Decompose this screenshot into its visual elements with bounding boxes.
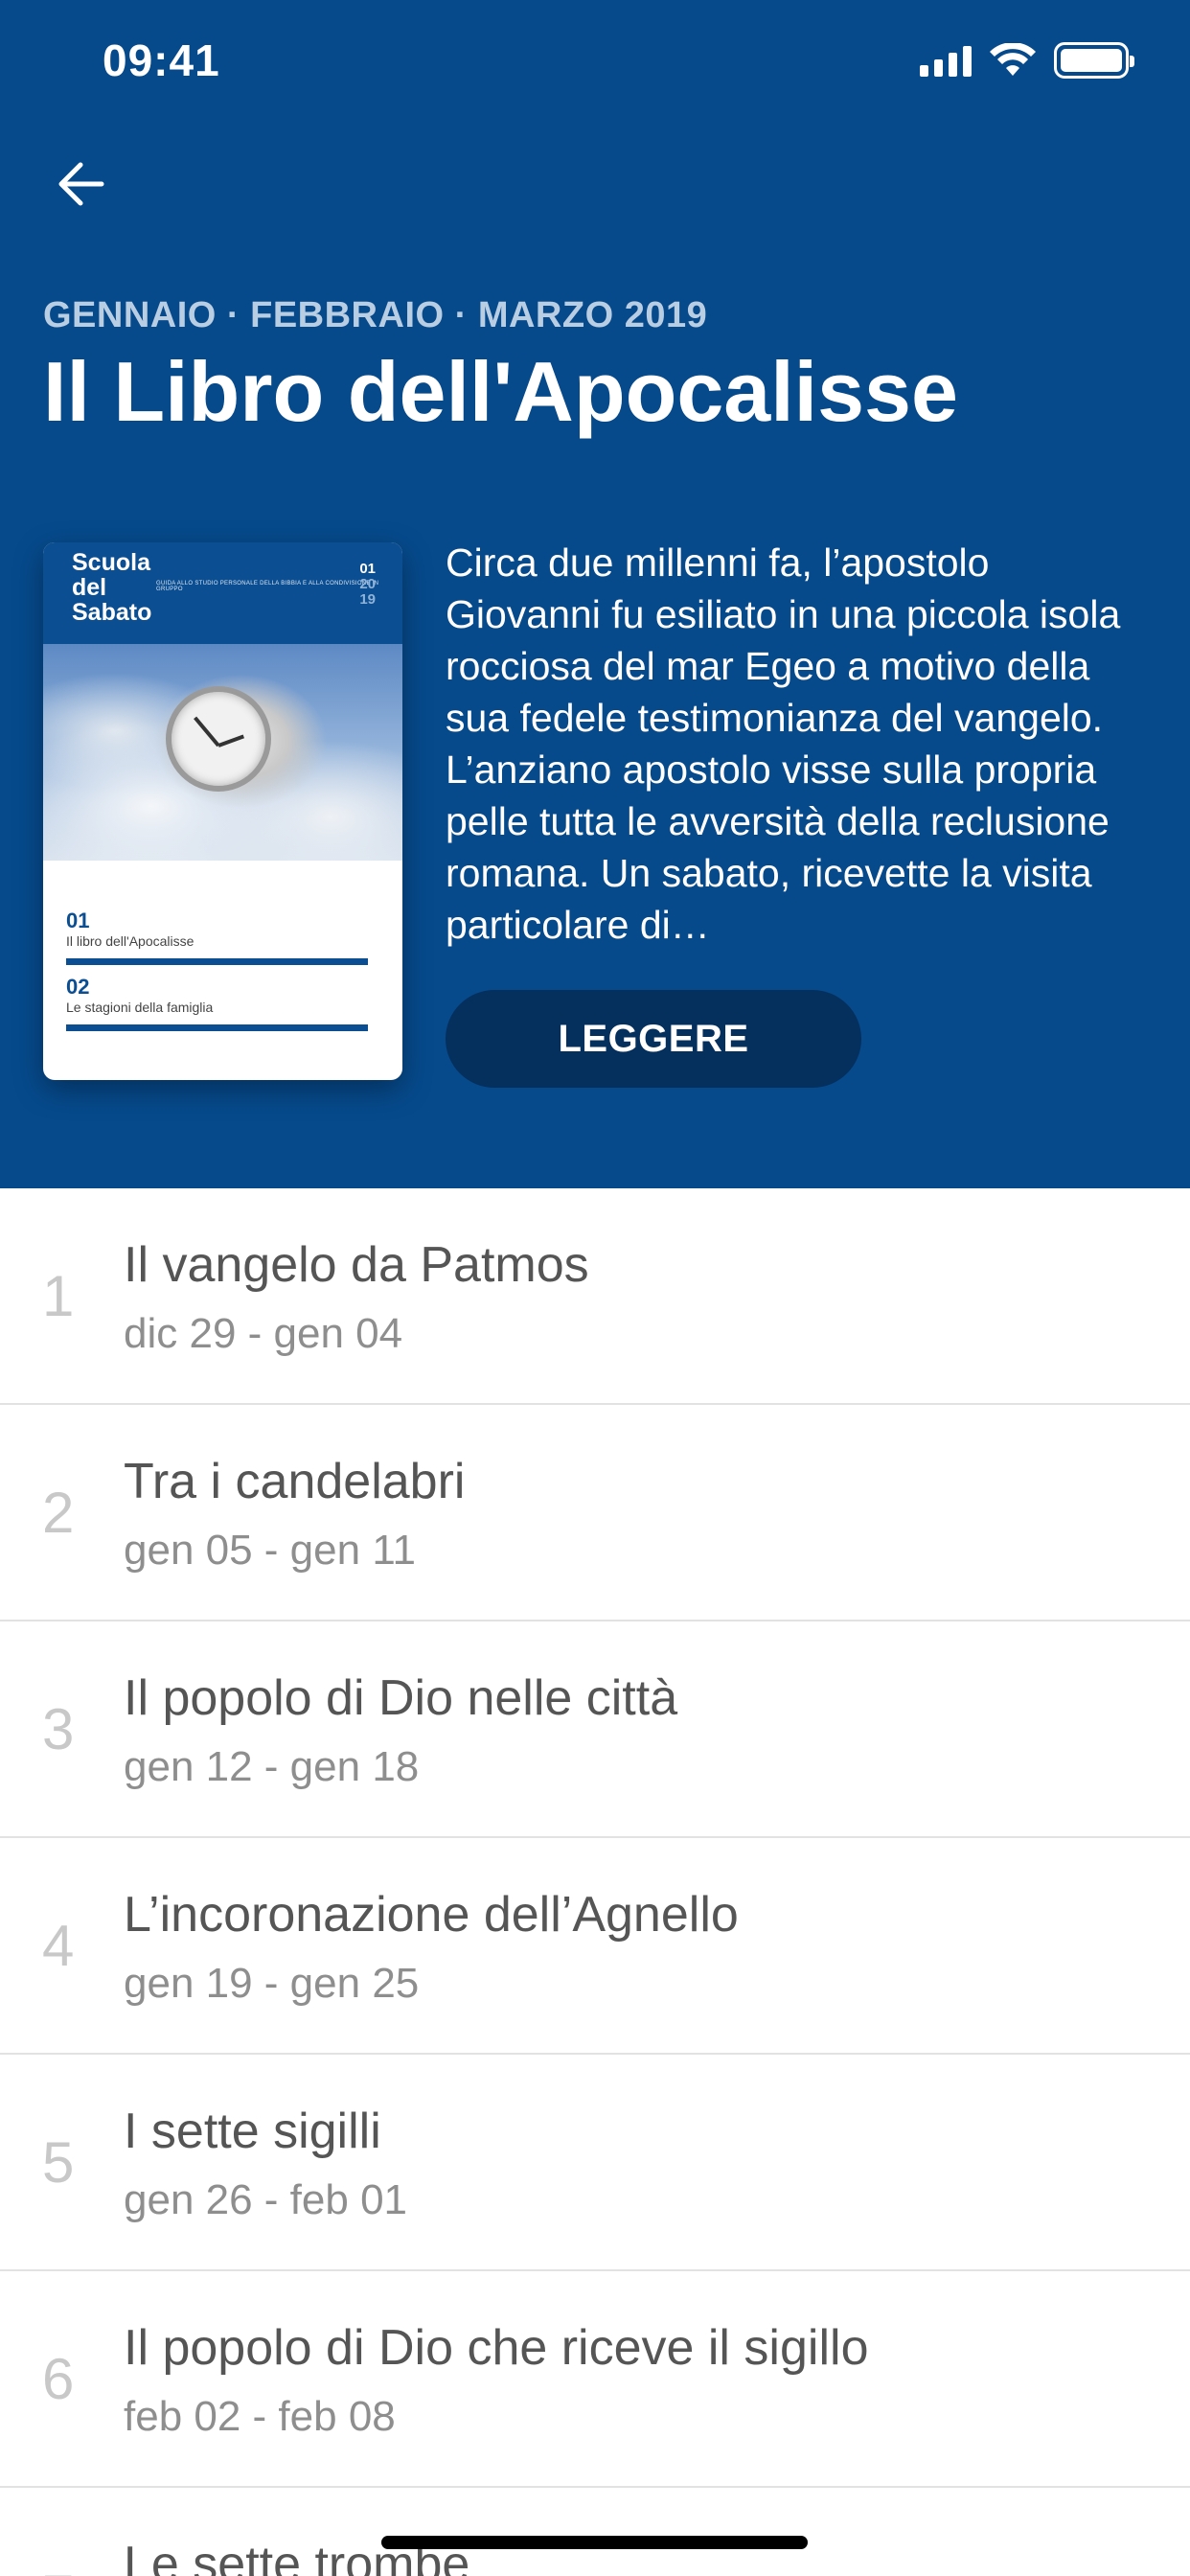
lesson-number: 4 — [42, 1914, 75, 1978]
lesson-dates: gen 12 - gen 18 — [124, 1743, 420, 1790]
cellular-signal-icon — [920, 44, 972, 77]
lesson-number: 3 — [42, 1697, 75, 1761]
lesson-dates: feb 02 - feb 08 — [124, 2393, 396, 2440]
status-icons — [920, 42, 1134, 79]
back-button[interactable] — [50, 153, 111, 215]
lesson-title: Il popolo di Dio che riceve il sigillo — [124, 2320, 869, 2376]
lesson-item[interactable]: 4 L’incoronazione dell’Agnello gen 19 - … — [0, 1838, 1190, 2055]
lesson-item[interactable]: 3 Il popolo di Dio nelle città gen 12 - … — [0, 1622, 1190, 1838]
lesson-title: L’incoronazione dell’Agnello — [124, 1887, 739, 1943]
lesson-item[interactable]: 6 Il popolo di Dio che riceve il sigillo… — [0, 2271, 1190, 2488]
wifi-icon — [990, 43, 1036, 76]
lesson-item[interactable]: 7 Le sette trombe — [0, 2488, 1190, 2576]
lesson-item[interactable]: 5 I sette sigilli gen 26 - feb 01 — [0, 2055, 1190, 2271]
cover-item: 02 Le stagioni della famiglia — [66, 975, 368, 1031]
quarter-description: Circa due millenni fa, l’apostolo Giovan… — [446, 540, 1121, 947]
lesson-list: 1 Il vangelo da Patmos dic 29 - gen 04 2… — [0, 1188, 1190, 2576]
lesson-dates: dic 29 - gen 04 — [124, 1310, 403, 1357]
lesson-dates: gen 26 - feb 01 — [124, 2176, 408, 2223]
cover-list: 01 Il libro dell'Apocalisse 02 Le stagio… — [43, 861, 402, 1031]
lesson-item[interactable]: 1 Il vangelo da Patmos dic 29 - gen 04 — [0, 1188, 1190, 1405]
lesson-title: I sette sigilli — [124, 2104, 381, 2159]
status-time: 09:41 — [103, 35, 220, 85]
quarter-date-range: GENNAIO · FEBBRAIO · MARZO 2019 — [43, 295, 708, 335]
page-title: Il Libro dell'Apocalisse — [43, 344, 958, 439]
cover-issue: 01 20 19 — [359, 561, 376, 608]
lesson-number: 2 — [42, 1481, 75, 1545]
lesson-dates: gen 19 - gen 25 — [124, 1960, 420, 2007]
lesson-title: Tra i candelabri — [124, 1454, 466, 1509]
read-button[interactable]: LEGGERE — [446, 990, 861, 1088]
lesson-number: 6 — [42, 2347, 75, 2411]
lesson-item[interactable]: 2 Tra i candelabri gen 05 - gen 11 — [0, 1405, 1190, 1622]
lesson-number: 1 — [42, 1264, 75, 1328]
cover-item: 01 Il libro dell'Apocalisse — [66, 908, 368, 965]
quarterly-cover-image: Scuola del Sabato GUIDA ALLO STUDIO PERS… — [43, 542, 402, 1080]
lesson-header: 09:41 GENNAIO · FEBBRAIO · MARZO 2019 Il… — [0, 0, 1190, 1188]
lesson-number: 7 — [42, 2563, 74, 2576]
lesson-title: Il popolo di Dio nelle città — [124, 1670, 678, 1726]
lesson-dates: gen 05 - gen 11 — [124, 1527, 416, 1574]
home-indicator[interactable] — [381, 2536, 808, 2549]
clock-icon — [166, 686, 271, 792]
back-arrow-icon — [58, 162, 104, 206]
cover-photo-clouds — [43, 644, 402, 861]
cover-header: Scuola del Sabato GUIDA ALLO STUDIO PERS… — [43, 542, 402, 644]
battery-icon — [1054, 42, 1134, 79]
lesson-number: 5 — [42, 2130, 75, 2195]
cover-brand: Scuola del Sabato — [72, 549, 152, 626]
lesson-title: Il vangelo da Patmos — [124, 1237, 589, 1293]
